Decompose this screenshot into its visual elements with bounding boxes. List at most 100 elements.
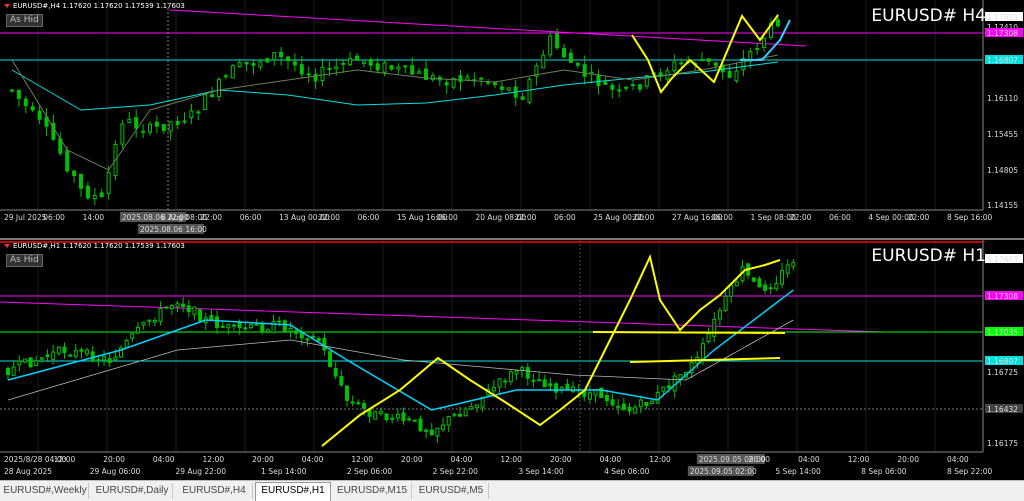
- h4-chart-pane[interactable]: 1.17629 1.17410 1.17308 1.16807 1.16110 1.154…: [0, 0, 1024, 238]
- h4-time-label: 06:00: [358, 213, 380, 222]
- h4-candle-body: [506, 87, 511, 91]
- h4-candle-body: [382, 62, 387, 73]
- h4-time-label: 06:00: [240, 213, 262, 222]
- h4-candle-body: [175, 120, 180, 125]
- h4-ma-slow: [11, 61, 778, 111]
- h1-candle-body: [638, 399, 643, 408]
- h1-candle-body: [130, 333, 135, 339]
- h4-yellow-zigzag: [631, 14, 779, 94]
- h1-candle-body: [62, 346, 67, 354]
- h1-price-label: 1.17308: [987, 292, 1018, 301]
- h4-candle-body: [148, 123, 152, 133]
- h1-chart-pane[interactable]: 1.17603 1.17308 1.17035 1.16807 1.16725 1.164…: [0, 240, 1024, 480]
- h4-candle-body: [320, 66, 325, 81]
- h4-time-label: 06:00: [436, 213, 458, 222]
- h4-candle-body: [465, 76, 470, 81]
- h1-candle-body: [768, 287, 773, 290]
- h1-candle-body: [785, 264, 790, 274]
- h4-candle-body: [265, 58, 270, 63]
- h1-candle-body: [627, 406, 632, 412]
- h1-candle-body: [373, 411, 378, 420]
- h1-time-label: 5 Sep 14:00: [776, 467, 822, 476]
- h1-candle-body: [79, 349, 84, 352]
- h4-candle-body: [368, 59, 373, 66]
- h4-time-label: 8 Sep 16:00: [947, 213, 993, 222]
- h1-candle-body: [345, 385, 349, 401]
- h1-time-label-top: 12:00: [54, 455, 76, 464]
- h1-candle-body: [34, 360, 39, 366]
- h1-candle-body: [661, 386, 666, 392]
- h1-time-label: 2 Sep 06:00: [347, 467, 393, 476]
- h1-time-label: 4 Sep 06:00: [604, 467, 650, 476]
- h1-candle-body: [339, 375, 344, 386]
- h1-chart-canvas[interactable]: 1.17603 1.17308 1.17035 1.16807 1.16725 1.164…: [0, 240, 1024, 480]
- h4-price-label: 1.16110: [987, 94, 1018, 103]
- h1-candle-body: [474, 404, 479, 408]
- h4-candle-body: [210, 94, 215, 97]
- tab-eurusd-weekly[interactable]: EURUSD#,Weekly: [2, 483, 89, 499]
- h4-candle-body: [361, 61, 366, 65]
- h4-candle-body: [279, 51, 284, 58]
- h1-candle-body: [192, 306, 197, 316]
- h1-candle-body: [525, 367, 530, 379]
- h1-candle-body: [282, 320, 287, 332]
- h1-magenta-trendline: [0, 301, 886, 333]
- h1-candle-body: [45, 354, 50, 358]
- h1-price-label: 1.16175: [987, 439, 1018, 448]
- tab-eurusd-daily[interactable]: EURUSD#,Daily: [92, 483, 173, 499]
- h1-candle-body: [497, 378, 502, 388]
- h4-candle-body: [134, 117, 139, 129]
- chart-tab-bar: EURUSD#,Weekly EURUSD#,Daily EURUSD#,H4 …: [0, 480, 1024, 501]
- h1-candle-body: [113, 356, 118, 361]
- h4-candle-body: [389, 65, 394, 70]
- h4-price-label: 1.14155: [987, 201, 1018, 210]
- h4-candle-body: [244, 61, 249, 65]
- h1-candle-body: [531, 379, 536, 382]
- collapse-triangle-icon[interactable]: [4, 4, 10, 8]
- collapse-triangle-icon[interactable]: [4, 244, 10, 248]
- h1-time-label: 29 Aug 06:00: [90, 467, 141, 476]
- h1-time-label-top: 20:00: [401, 455, 423, 464]
- h1-candle-body: [418, 418, 423, 432]
- h1-time-label-top: 04:00: [302, 455, 324, 464]
- h4-crosshair-time-label: 2025.08.06 16:00: [140, 225, 207, 234]
- h1-candle-body: [28, 357, 33, 368]
- h4-candle-body: [458, 75, 463, 83]
- h4-candle-body: [306, 73, 311, 76]
- tab-eurusd-h1[interactable]: EURUSD#,H1: [255, 482, 331, 501]
- h1-candle-body: [706, 333, 711, 342]
- h4-candle-body: [727, 70, 732, 78]
- tab-eurusd-h4[interactable]: EURUSD#,H4: [176, 483, 253, 499]
- h4-candle-body: [444, 82, 449, 86]
- h1-candle-body: [791, 262, 796, 267]
- h4-as-hide-button[interactable]: As Hid: [6, 14, 43, 27]
- h1-ma-fast: [7, 289, 794, 411]
- h4-candle-body: [251, 63, 256, 66]
- h1-candle-body: [712, 318, 717, 337]
- h4-candle-body: [286, 56, 290, 62]
- tab-eurusd-m15[interactable]: EURUSD#,M15: [333, 483, 412, 499]
- h4-candle-body: [527, 78, 532, 103]
- h4-candle-body: [37, 110, 42, 120]
- h1-time-label: 3 Sep 14:00: [518, 467, 564, 476]
- h4-time-label: 06:00: [43, 213, 65, 222]
- h4-candle-body: [79, 173, 83, 189]
- tab-eurusd-m5[interactable]: EURUSD#,M5: [414, 483, 489, 499]
- h4-chart-canvas[interactable]: 1.176291.174101.173081.168071.161101.154…: [0, 0, 1024, 238]
- h4-candle-body: [762, 37, 767, 48]
- h4-candle-body: [410, 65, 415, 75]
- h1-time-label-top: 20:00: [897, 455, 919, 464]
- h4-candle-body: [230, 65, 235, 79]
- h4-price-label: 1.17308: [987, 29, 1018, 38]
- h4-candle-body: [568, 52, 573, 63]
- h4-candle-body: [582, 64, 587, 77]
- h4-candle-body: [631, 84, 635, 87]
- h1-time-label-top: 12:00: [203, 455, 225, 464]
- h1-candle-body: [537, 379, 542, 382]
- h1-time-label: 2025.09.05 02:00: [690, 467, 757, 476]
- h1-as-hide-button[interactable]: As Hid: [6, 254, 43, 267]
- h4-candle-body: [713, 62, 718, 66]
- h1-candle-body: [209, 314, 214, 320]
- h1-candle-body: [271, 320, 276, 334]
- h1-candle-body: [542, 379, 547, 388]
